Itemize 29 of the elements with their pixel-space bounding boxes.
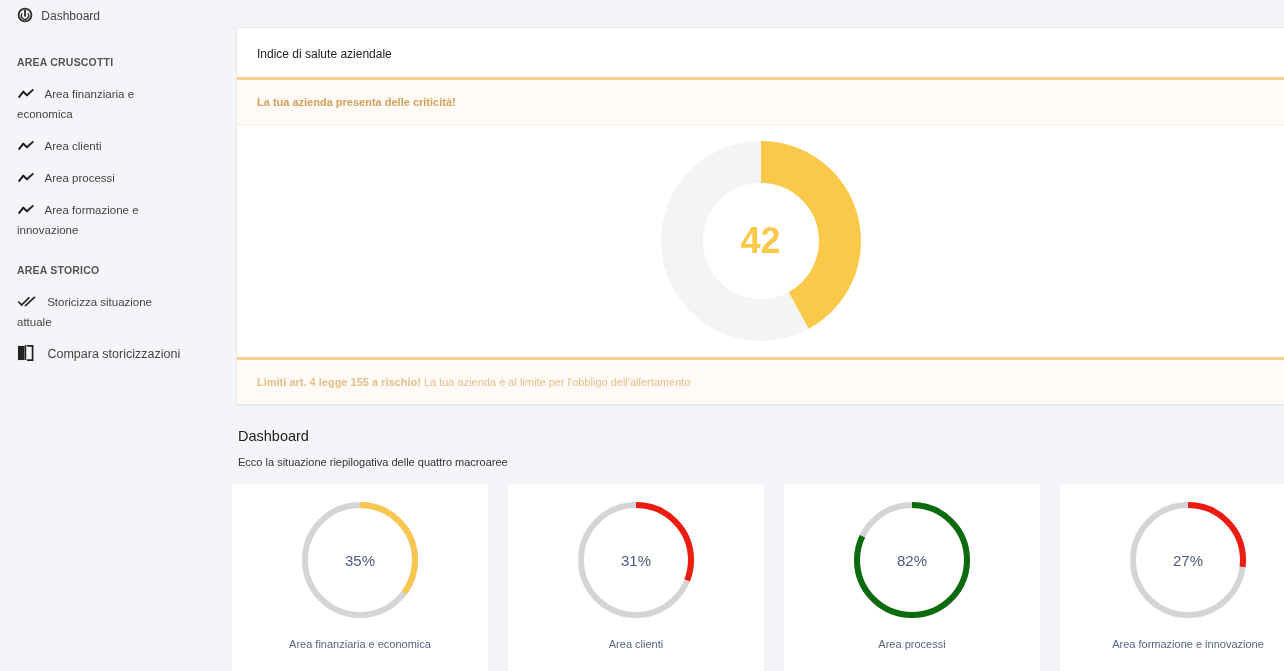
alert-text: La tua azienda presenta delle criticità! <box>257 96 456 108</box>
percent-value: 35% <box>345 551 375 569</box>
sidebar-link[interactable]: Compara storicizzazioni <box>17 344 207 364</box>
card-title: Indice di salute aziendale <box>256 46 393 63</box>
area-label: Area processi <box>878 638 946 650</box>
trend-line-icon <box>17 88 36 99</box>
percent-value: 31% <box>621 551 651 569</box>
sidebar-link[interactable]: Area formazione e innovazione <box>17 200 185 240</box>
section-heading: AREA STORICO <box>17 264 101 276</box>
sidebar-link[interactable]: Storicizza situazione attuale <box>17 292 185 332</box>
trend-line-icon <box>17 204 36 215</box>
sidebar-link[interactable]: Area clienti <box>17 136 185 156</box>
section-heading: AREA CRUSCOTTI <box>17 56 115 68</box>
warning-text: Limiti art. 4 legge 155 a rischio! La tua azienda è al limite per l'obbligo dell'allertamento <box>257 376 691 388</box>
area-label: Area formazione e innovazione <box>1112 638 1264 650</box>
gauge-value: 42 <box>740 220 781 262</box>
trend-line-icon <box>17 172 36 183</box>
section-subtitle: Ecco la situazione riepilogativa delle quattro macroaree <box>238 456 509 468</box>
sidebar-link[interactable]: Area finanziaria e economica <box>17 84 185 124</box>
section-title: Dashboard <box>238 428 310 444</box>
double-check-icon <box>17 296 38 307</box>
sidebar-link[interactable]: Area processi <box>17 168 185 188</box>
area-label: Area clienti <box>608 638 664 650</box>
area-label: Area finanziaria e economica <box>289 638 431 650</box>
compare-icon <box>17 344 34 361</box>
percent-value: 27% <box>1173 551 1203 569</box>
trend-line-icon <box>17 140 36 151</box>
sidebar-link[interactable]: Dashboard <box>17 6 185 26</box>
percent-value: 82% <box>897 551 927 569</box>
